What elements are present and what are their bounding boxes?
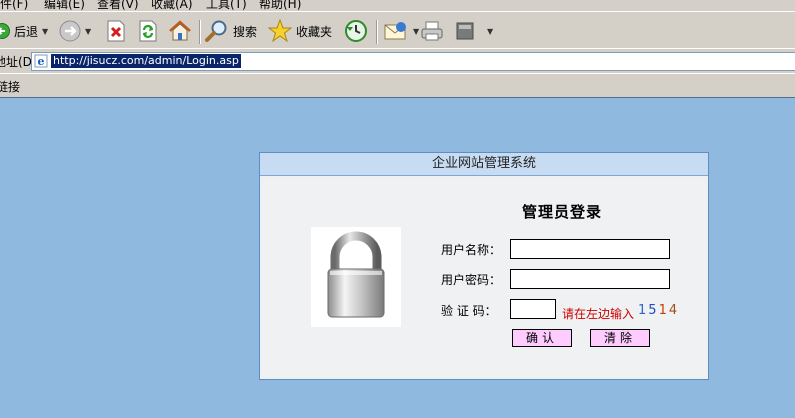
print-button[interactable] bbox=[420, 19, 444, 43]
back-dropdown-icon[interactable]: ▼ bbox=[42, 27, 48, 36]
favorites-button[interactable]: 收藏夹 bbox=[268, 19, 332, 43]
clear-button[interactable]: 清除 bbox=[590, 329, 650, 347]
password-input[interactable] bbox=[510, 269, 670, 289]
username-label: 用户名称： bbox=[441, 243, 502, 257]
stop-icon bbox=[107, 20, 125, 42]
back-label: 后退 bbox=[14, 24, 39, 39]
history-button[interactable] bbox=[344, 19, 368, 43]
refresh-icon bbox=[139, 20, 157, 42]
edit-button[interactable]: ▼ bbox=[455, 19, 493, 43]
mail-dropdown-icon[interactable]: ▼ bbox=[413, 27, 419, 36]
captcha-digit: 5 bbox=[648, 303, 659, 318]
captcha-digit: 1 bbox=[638, 303, 649, 318]
menu-edit[interactable]: 编辑(E) bbox=[44, 0, 85, 10]
links-bar: 链接 bbox=[0, 73, 795, 98]
panel-title: 企业网站管理系统 bbox=[260, 153, 708, 176]
mail-button[interactable]: ▼ bbox=[383, 19, 419, 43]
menu-view[interactable]: 查看(V) bbox=[97, 0, 139, 10]
login-heading: 管理员登录 bbox=[522, 203, 603, 221]
back-button[interactable]: 后退 ▼ bbox=[0, 19, 48, 43]
login-panel: 企业网站管理系统 管理员登录 用户名称： 用户密码： 验 证 码： 请在左边输入… bbox=[259, 152, 709, 380]
refresh-button[interactable] bbox=[138, 19, 158, 43]
search-icon bbox=[205, 20, 227, 42]
back-arrow-icon bbox=[0, 23, 10, 39]
chrome-divider bbox=[0, 97, 795, 98]
padlock-image bbox=[311, 227, 401, 327]
address-bar: 地址(D) e http://jisucz.com/admin/Login.as… bbox=[0, 48, 795, 74]
captcha-digit: 4 bbox=[668, 303, 680, 318]
captcha-input[interactable] bbox=[510, 299, 556, 319]
password-label: 用户密码： bbox=[441, 273, 502, 287]
forward-button[interactable]: ▼ bbox=[59, 19, 91, 43]
forward-dropdown-icon[interactable]: ▼ bbox=[85, 27, 91, 36]
home-button[interactable] bbox=[168, 19, 192, 43]
address-input[interactable]: e http://jisucz.com/admin/Login.asp bbox=[31, 52, 795, 71]
edit-icon bbox=[456, 22, 474, 40]
address-url[interactable]: http://jisucz.com/admin/Login.asp bbox=[51, 54, 241, 68]
printer-icon bbox=[421, 21, 443, 41]
forward-arrow-icon bbox=[59, 20, 81, 42]
svg-text:e: e bbox=[38, 55, 45, 68]
ie-page-icon: e bbox=[34, 54, 48, 68]
menu-tools[interactable]: 工具(T) bbox=[206, 0, 247, 10]
browser-chrome: 文件(F) 编辑(E) 查看(V) 收藏(A) 工具(T) 帮助(H) 后退 ▼… bbox=[0, 0, 795, 98]
home-icon bbox=[169, 20, 191, 41]
stop-button[interactable] bbox=[106, 19, 126, 43]
favorites-label: 收藏夹 bbox=[296, 24, 333, 39]
captcha-hint: 请在左边输入 bbox=[562, 307, 635, 321]
username-input[interactable] bbox=[510, 239, 670, 259]
captcha-label: 验 证 码： bbox=[441, 304, 497, 318]
menu-file[interactable]: 文件(F) bbox=[0, 0, 28, 10]
padlock-icon bbox=[327, 231, 385, 318]
menu-favorites[interactable]: 收藏(A) bbox=[151, 0, 193, 10]
confirm-button[interactable]: 确认 bbox=[512, 329, 572, 347]
captcha-code: 1514 bbox=[638, 303, 679, 318]
menu-help[interactable]: 帮助(H) bbox=[259, 0, 301, 10]
menu-bar: 文件(F) 编辑(E) 查看(V) 收藏(A) 工具(T) 帮助(H) bbox=[0, 0, 795, 10]
edit-dropdown-icon[interactable]: ▼ bbox=[487, 27, 493, 36]
captcha-digit: 1 bbox=[658, 303, 669, 318]
toolbar: 后退 ▼ ▼ 搜索 收藏夹 ▼ ▼ bbox=[0, 11, 795, 49]
star-icon bbox=[268, 19, 292, 43]
links-label[interactable]: 链接 bbox=[0, 78, 20, 95]
search-button[interactable]: 搜索 bbox=[205, 19, 257, 43]
mail-icon bbox=[384, 22, 406, 40]
search-label: 搜索 bbox=[233, 24, 258, 39]
history-icon bbox=[345, 20, 367, 42]
